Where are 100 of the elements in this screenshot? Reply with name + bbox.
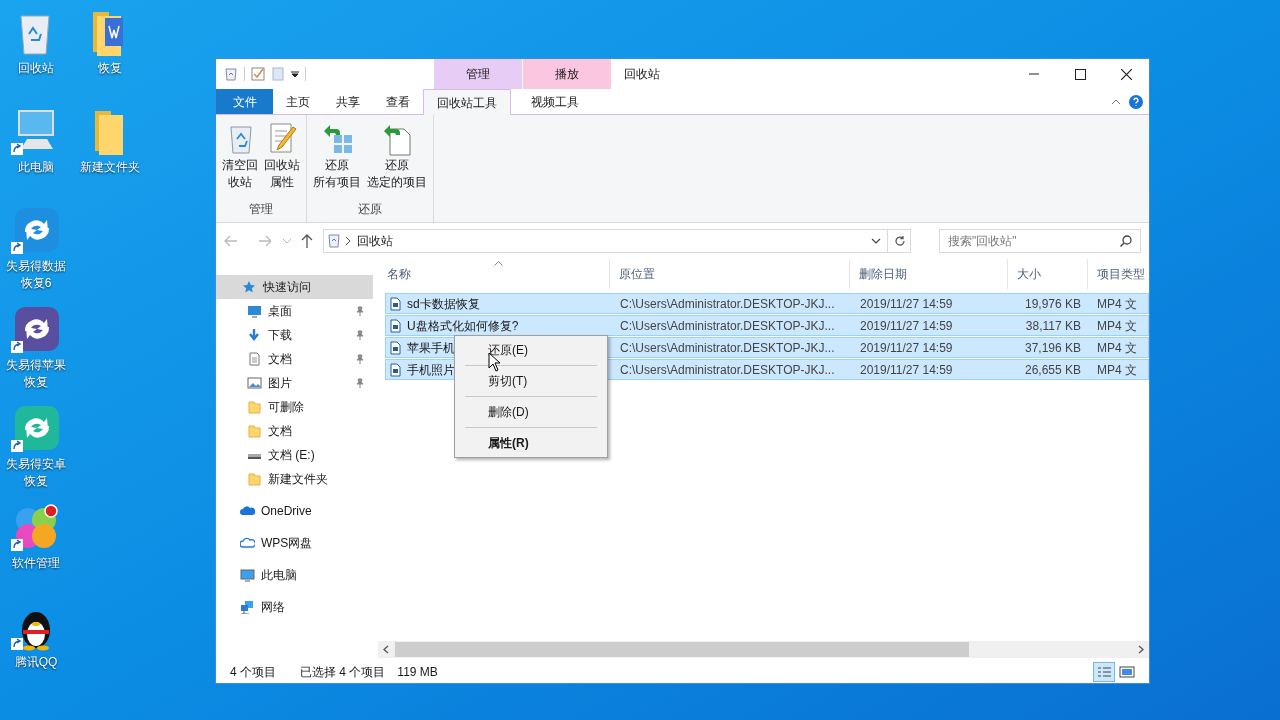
file-name: 手机照片 [407,361,455,379]
video-file-icon [390,362,401,377]
file-row[interactable]: sd卡数据恢复 C:\Users\Administrator.DESKTOP-JKJ... 2019/11/27 14:59 19,976 KB MP4 文 [385,293,1149,314]
table-cell-text: 2019/11/27 14:59 [859,295,954,313]
table-cell-text: MP4 文 [1096,339,1138,357]
ribbon-button[interactable]: 清空回 收站 [220,121,260,200]
horizontal-scrollbar[interactable] [378,641,1149,658]
details-view-icon[interactable] [1093,661,1115,682]
nav-item[interactable]: 快速访问 [216,275,373,299]
table-cell-text: 26,655 KB [1023,361,1082,379]
dropdown-icon[interactable] [871,238,882,244]
properties-icon[interactable] [251,67,265,81]
folder-icon [247,400,262,414]
ribbon-button[interactable]: 还原 所有项目 [311,121,363,200]
recycle-bin-icon[interactable] [224,67,238,81]
nav-item[interactable]: 桌面 [216,299,373,323]
table-cell-text: MP4 文 [1096,317,1138,335]
nav-item[interactable]: 新建文件夹 [216,467,373,491]
nav-item[interactable]: OneDrive [216,499,373,523]
selection-size: 119 MB [397,663,438,681]
recent-locations-icon[interactable] [283,238,292,244]
item-count: 4 个项目 [230,663,276,681]
table-cell-text: C:\Users\Administrator.DESKTOP-JKJ... [619,317,836,335]
file-row[interactable]: U盘格式化如何修复? C:\Users\Administrator.DESKTOP-JKJ... 2019/11/27 14:59 38,117 KB MP4 文 [385,315,1149,336]
column-header[interactable]: 删除日期 [850,259,1008,289]
file-tab[interactable]: 文件 [216,89,273,114]
refresh-app-icon[interactable] [11,305,61,355]
ribbon-button[interactable]: 还原 选定的项目 [365,121,429,200]
computer-icon [240,568,255,582]
download-icon [247,328,262,342]
menu-item[interactable]: 删除(D) [455,401,607,423]
cloud-icon [240,536,255,550]
table-cell-text: 2019/11/27 14:59 [859,339,954,357]
refresh-app-icon[interactable] [11,206,61,256]
scrollbar-thumb[interactable] [395,642,969,657]
up-icon[interactable] [301,234,314,248]
video-file-icon [390,318,401,333]
picture-icon [247,376,262,390]
maximize-icon [1074,68,1086,80]
close-icon [1120,68,1132,80]
video-file-icon [390,296,401,311]
nav-item[interactable]: 可删除 [216,395,373,419]
table-cell-text: 37,196 KB [1023,339,1082,357]
video-file-icon [390,340,401,355]
column-header[interactable]: 大小 [1008,259,1088,289]
nav-item[interactable]: 图片 [216,371,373,395]
ribbon-button[interactable]: 回收站 属性 [262,121,302,200]
recycle-bin-icon [328,234,341,248]
refresh-icon[interactable] [894,235,907,247]
forward-icon[interactable] [257,235,272,247]
table-cell-text: C:\Users\Administrator.DESKTOP-JKJ... [619,295,836,313]
selection-count: 已选择 4 个项目 [300,663,386,681]
ribbon-tab[interactable]: 主页 [273,89,323,114]
table-cell-text: 38,117 KB [1024,317,1082,335]
table-cell-text: C:\Users\Administrator.DESKTOP-JKJ... [619,361,836,379]
nav-item[interactable]: 文档 [216,419,373,443]
table-cell-text: MP4 文 [1096,295,1138,313]
customize-toolbar-icon[interactable] [291,70,299,78]
nav-item[interactable]: 文档 (E:) [216,443,373,467]
table-cell-text: 19,976 KB [1023,295,1082,313]
nav-item[interactable]: 此电脑 [216,563,373,587]
help-icon[interactable] [1129,94,1143,109]
nav-item[interactable]: 文档 [216,347,373,371]
app-icon[interactable] [11,503,61,553]
back-icon[interactable] [224,235,238,247]
network-icon [240,600,255,614]
menu-item[interactable]: 还原(E) [455,339,607,361]
file-name: sd卡数据恢复 [407,295,480,313]
desktop-icon [247,304,262,318]
thumbnail-view-icon[interactable] [1119,664,1135,679]
context-tab-group: 播放 [523,59,611,89]
search-field[interactable]: 搜索"回收站" [939,229,1141,253]
group-label: 还原 [357,201,383,218]
breadcrumb-chevron-icon [346,237,352,245]
table-cell-text: 2019/11/27 14:59 [859,317,954,335]
column-header[interactable]: 原位置 [610,259,850,289]
sort-ascending-icon [494,261,503,266]
ribbon-tab[interactable]: 查看 [373,89,423,114]
address-bar[interactable]: 回收站 [323,229,912,253]
address-path: 回收站 [357,233,394,250]
search-icon [1120,235,1132,247]
column-header[interactable]: 名称 [378,259,610,289]
cloud-icon [240,504,255,518]
ribbon-tab[interactable]: 共享 [323,89,373,114]
nav-item[interactable]: 网络 [216,595,373,619]
column-header[interactable]: 项目类型 [1088,259,1149,289]
folder-icon [247,424,262,438]
collapse-ribbon-icon[interactable] [1111,98,1121,105]
ribbon-tab[interactable]: 回收站工具 [423,89,511,115]
folder-icon [247,472,262,486]
document-icon [247,352,262,366]
menu-item[interactable]: 属性(R) [455,432,607,454]
table-cell-text: 2019/11/27 14:59 [859,361,954,379]
window-title: 回收站 [623,66,660,83]
star-icon [242,280,257,294]
refresh-app-icon[interactable] [11,404,61,454]
nav-item[interactable]: WPS网盘 [216,531,373,555]
nav-item[interactable]: 下载 [216,323,373,347]
table-cell-text: MP4 文 [1096,361,1138,379]
table-cell-text: C:\Users\Administrator.DESKTOP-JKJ... [619,339,836,357]
